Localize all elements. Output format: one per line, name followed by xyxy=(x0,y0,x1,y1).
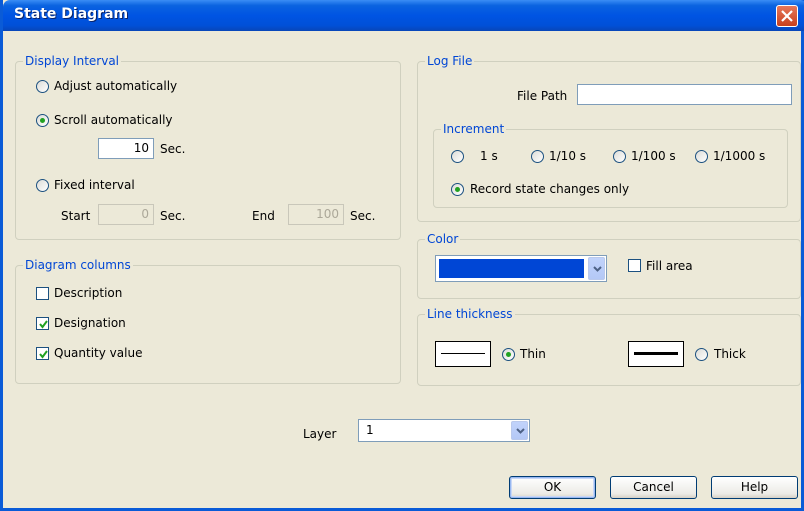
increment-legend: Increment xyxy=(441,122,507,136)
thick-label[interactable]: Thick xyxy=(714,347,746,361)
increment-1-100s-radio[interactable] xyxy=(613,150,626,163)
scroll-automatically-label[interactable]: Scroll automatically xyxy=(54,113,173,127)
adjust-automatically-radio[interactable] xyxy=(36,80,49,93)
color-swatch xyxy=(439,259,584,278)
description-checkbox[interactable] xyxy=(36,287,49,300)
record-state-changes-label[interactable]: Record state changes only xyxy=(470,182,629,196)
close-button[interactable] xyxy=(776,5,798,27)
display-interval-legend: Display Interval xyxy=(23,54,122,68)
close-icon xyxy=(781,10,793,22)
record-state-changes-radio[interactable] xyxy=(451,183,464,196)
thin-line-sample xyxy=(435,341,491,367)
dialog-window: State Diagram Display Interval Adjust au… xyxy=(0,0,804,511)
scroll-automatically-radio[interactable] xyxy=(36,114,49,127)
quantity-value-label[interactable]: Quantity value xyxy=(54,346,142,360)
thin-label[interactable]: Thin xyxy=(520,347,546,361)
thick-line-sample xyxy=(628,341,684,367)
checkmark-icon xyxy=(39,350,48,359)
log-file-legend: Log File xyxy=(425,54,475,68)
increment-1-1000s-radio[interactable] xyxy=(695,150,708,163)
file-path-label: File Path xyxy=(517,89,568,103)
scroll-seconds-unit: Sec. xyxy=(160,142,186,156)
layer-dropdown-arrow[interactable] xyxy=(511,421,528,440)
scroll-seconds-input[interactable]: 10 xyxy=(98,138,154,159)
end-unit: Sec. xyxy=(350,209,376,223)
designation-label[interactable]: Designation xyxy=(54,316,126,330)
ok-button[interactable]: OK xyxy=(509,476,596,499)
start-unit: Sec. xyxy=(160,209,186,223)
increment-1-1000s-label[interactable]: 1/1000 s xyxy=(713,149,765,163)
help-button[interactable]: Help xyxy=(711,476,798,499)
increment-group: Increment xyxy=(433,122,788,208)
title-bar[interactable]: State Diagram xyxy=(3,0,804,31)
line-thickness-legend: Line thickness xyxy=(425,307,515,321)
layer-value: 1 xyxy=(366,423,374,437)
color-legend: Color xyxy=(425,232,461,246)
designation-checkbox[interactable] xyxy=(36,317,49,330)
color-dropdown[interactable] xyxy=(435,255,607,282)
diagram-columns-legend: Diagram columns xyxy=(23,258,133,272)
cancel-button[interactable]: Cancel xyxy=(610,476,697,499)
file-path-input[interactable] xyxy=(577,84,792,105)
quantity-value-checkbox[interactable] xyxy=(36,347,49,360)
increment-1-10s-label[interactable]: 1/10 s xyxy=(549,149,586,163)
fill-area-label[interactable]: Fill area xyxy=(646,259,693,273)
chevron-down-icon xyxy=(516,428,525,434)
fixed-interval-label[interactable]: Fixed interval xyxy=(54,178,135,192)
increment-1s-label[interactable]: 1 s xyxy=(480,149,498,163)
adjust-automatically-label[interactable]: Adjust automatically xyxy=(54,79,177,93)
start-input[interactable]: 0 xyxy=(98,204,154,225)
layer-dropdown[interactable]: 1 xyxy=(358,419,530,442)
fixed-interval-radio[interactable] xyxy=(36,179,49,192)
end-label: End xyxy=(252,209,275,223)
color-dropdown-arrow[interactable] xyxy=(588,257,605,280)
thick-radio[interactable] xyxy=(695,348,708,361)
increment-1-100s-label[interactable]: 1/100 s xyxy=(631,149,676,163)
description-label[interactable]: Description xyxy=(54,286,122,300)
layer-label: Layer xyxy=(303,427,337,441)
increment-1s-radio[interactable] xyxy=(451,150,464,163)
increment-1-10s-radio[interactable] xyxy=(531,150,544,163)
chevron-down-icon xyxy=(593,266,602,272)
checkmark-icon xyxy=(39,320,48,329)
fill-area-checkbox[interactable] xyxy=(628,259,641,272)
end-input[interactable]: 100 xyxy=(288,204,344,225)
start-label: Start xyxy=(61,209,91,223)
thin-radio[interactable] xyxy=(502,348,515,361)
window-title: State Diagram xyxy=(14,6,129,22)
